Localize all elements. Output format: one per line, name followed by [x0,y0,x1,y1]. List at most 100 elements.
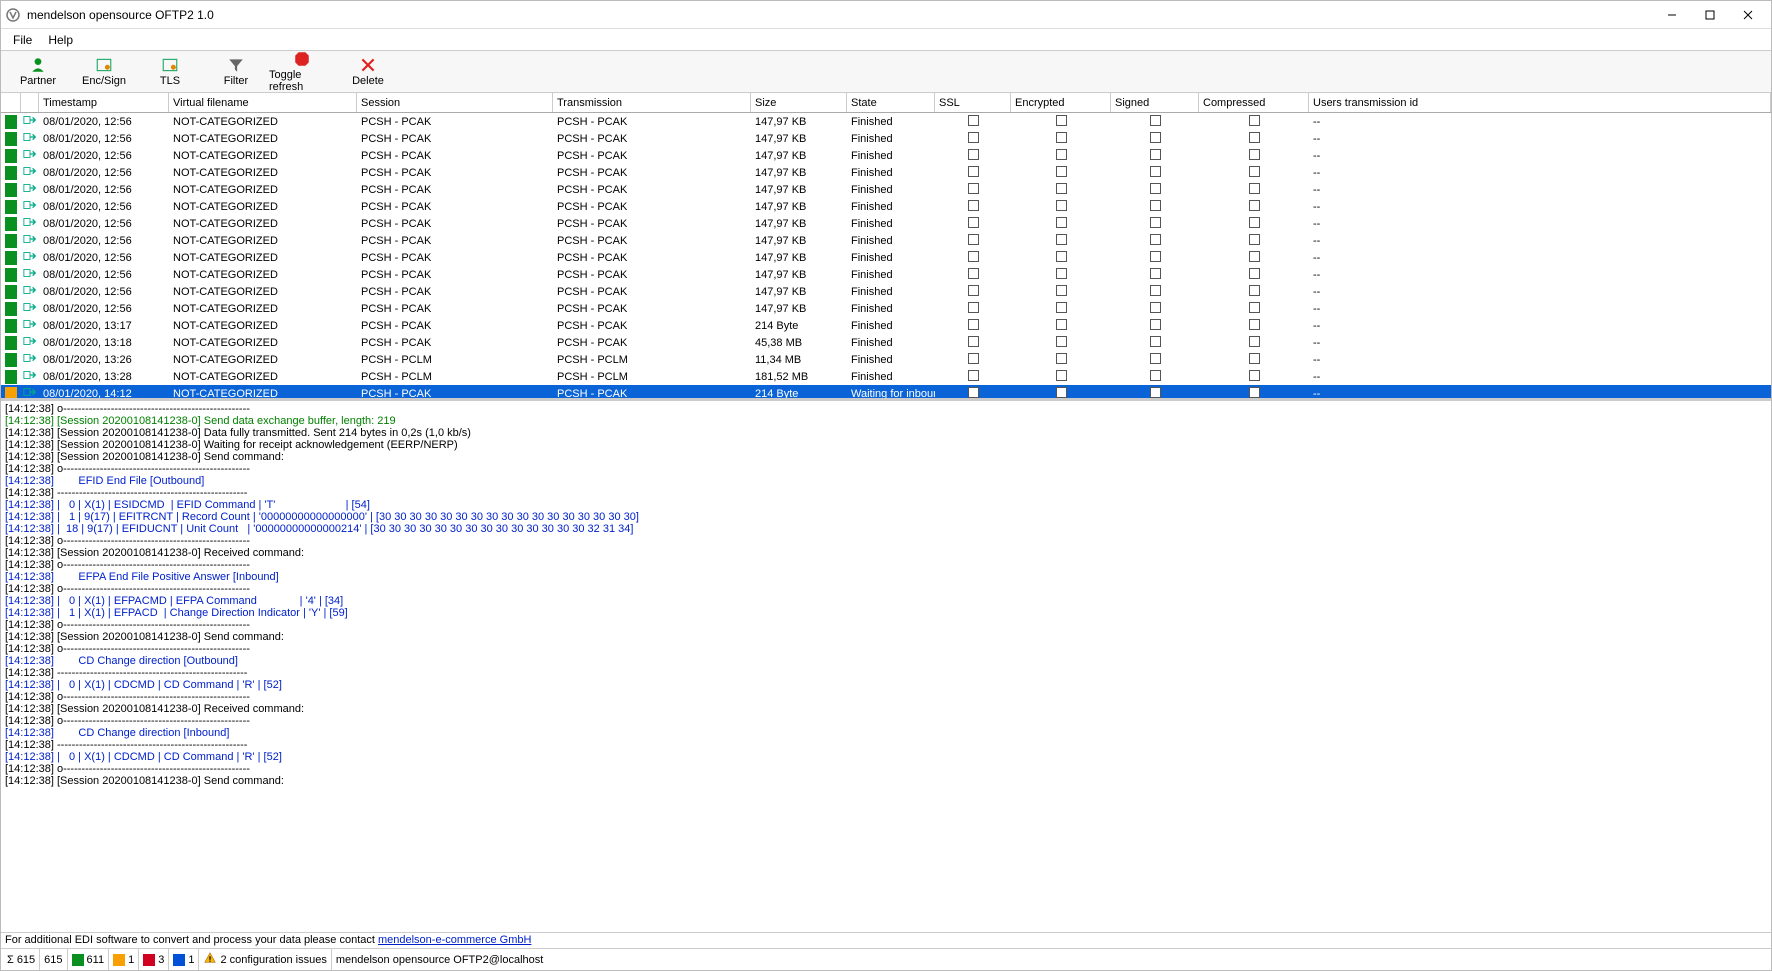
log-line: [14:12:38] [Session 20200108141238-0] Re… [5,547,1767,559]
cell-state: Finished [847,183,935,197]
table-row[interactable]: 08/01/2020, 12:56NOT-CATEGORIZEDPCSH - P… [1,215,1771,232]
encsign-button[interactable]: Enc/Sign [71,53,137,91]
delete-button[interactable]: Delete [335,53,401,91]
cell-filename: NOT-CATEGORIZED [169,132,357,146]
cell-session: PCSH - PCAK [357,200,553,214]
cell-session: PCSH - PCAK [357,336,553,350]
table-row[interactable]: 08/01/2020, 14:12NOT-CATEGORIZEDPCSH - P… [1,385,1771,398]
cell-encrypted [1011,182,1111,198]
cell-encrypted [1011,165,1111,181]
header-transmission[interactable]: Transmission [553,93,751,112]
table-row[interactable]: 08/01/2020, 12:56NOT-CATEGORIZEDPCSH - P… [1,113,1771,130]
cell-signed [1111,284,1199,300]
cell-timestamp: 08/01/2020, 12:56 [39,234,169,248]
status-indicator [1,386,21,399]
table-row[interactable]: 08/01/2020, 12:56NOT-CATEGORIZEDPCSH - P… [1,300,1771,317]
cell-size: 147,97 KB [751,217,847,231]
menu-file[interactable]: File [5,31,40,49]
table-row[interactable]: 08/01/2020, 12:56NOT-CATEGORIZEDPCSH - P… [1,130,1771,147]
menu-help[interactable]: Help [40,31,81,49]
cell-session: PCSH - PCLM [357,370,553,384]
table-row[interactable]: 08/01/2020, 12:56NOT-CATEGORIZEDPCSH - P… [1,198,1771,215]
cell-compressed [1199,165,1309,181]
header-size[interactable]: Size [751,93,847,112]
status-indicator [1,199,21,215]
log-line: [14:12:38] o----------------------------… [5,643,1767,655]
cell-filename: NOT-CATEGORIZED [169,149,357,163]
cell-transmission: PCSH - PCLM [553,353,751,367]
table-row[interactable]: 08/01/2020, 12:56NOT-CATEGORIZEDPCSH - P… [1,266,1771,283]
cell-session: PCSH - PCAK [357,132,553,146]
footer-text: For additional EDI software to convert a… [5,934,378,946]
footer-link[interactable]: mendelson-e-commerce GmbH [378,934,531,946]
status-config-issues[interactable]: 2 configuration issues [199,949,331,970]
cell-ssl [935,165,1011,181]
cell-userid: -- [1309,251,1771,265]
minimize-button[interactable] [1653,2,1691,28]
table-row[interactable]: 08/01/2020, 13:28NOT-CATEGORIZEDPCSH - P… [1,368,1771,385]
log-line: [14:12:38] o----------------------------… [5,559,1767,571]
close-button[interactable] [1729,2,1767,28]
cell-session: PCSH - PCAK [357,234,553,248]
funnel-icon [227,56,245,74]
table-row[interactable]: 08/01/2020, 13:17NOT-CATEGORIZEDPCSH - P… [1,317,1771,334]
log-line: [14:12:38] | 1 | 9(17) | EFITRCNT | Reco… [5,511,1767,523]
tls-button[interactable]: TLS [137,53,203,91]
cell-compressed [1199,318,1309,334]
table-row[interactable]: 08/01/2020, 13:18NOT-CATEGORIZEDPCSH - P… [1,334,1771,351]
togglerefresh-button[interactable]: Toggle refresh [269,53,335,91]
cell-session: PCSH - PCAK [357,319,553,333]
cell-signed [1111,182,1199,198]
status-indicator [1,284,21,300]
header-timestamp[interactable]: Timestamp [39,93,169,112]
table-row[interactable]: 08/01/2020, 12:56NOT-CATEGORIZEDPCSH - P… [1,232,1771,249]
cell-encrypted [1011,199,1111,215]
cell-session: PCSH - PCAK [357,387,553,399]
cell-encrypted [1011,267,1111,283]
cell-state: Finished [847,200,935,214]
cell-state: Finished [847,115,935,129]
header-state[interactable]: State [847,93,935,112]
maximize-button[interactable] [1691,2,1729,28]
header-compressed[interactable]: Compressed [1199,93,1309,112]
table-body[interactable]: 08/01/2020, 12:56NOT-CATEGORIZEDPCSH - P… [1,113,1771,398]
cell-session: PCSH - PCAK [357,166,553,180]
certificate-icon [161,56,179,74]
log-line: [14:12:38] EFID End File [Outbound] [5,475,1767,487]
header-userid[interactable]: Users transmission id [1309,93,1771,112]
header-session[interactable]: Session [357,93,553,112]
cell-size: 147,97 KB [751,251,847,265]
cell-encrypted [1011,386,1111,399]
tls-label: TLS [160,75,180,87]
header-ssl[interactable]: SSL [935,93,1011,112]
togglerefresh-label: Toggle refresh [269,69,335,93]
log-line: [14:12:38] CD Change direction [Inbound] [5,727,1767,739]
header-encrypted[interactable]: Encrypted [1011,93,1111,112]
cell-timestamp: 08/01/2020, 12:56 [39,217,169,231]
table-row[interactable]: 08/01/2020, 12:56NOT-CATEGORIZEDPCSH - P… [1,164,1771,181]
cell-size: 181,52 MB [751,370,847,384]
log-panel[interactable]: [14:12:38] o----------------------------… [1,401,1771,932]
header-signed[interactable]: Signed [1111,93,1199,112]
log-line: [14:12:38] -----------------------------… [5,739,1767,751]
table-row[interactable]: 08/01/2020, 12:56NOT-CATEGORIZEDPCSH - P… [1,249,1771,266]
header-direction[interactable] [21,93,39,112]
partner-button[interactable]: Partner [5,53,71,91]
cell-compressed [1199,182,1309,198]
status-indicator [1,335,21,351]
table-row[interactable]: 08/01/2020, 12:56NOT-CATEGORIZEDPCSH - P… [1,147,1771,164]
header-filename[interactable]: Virtual filename [169,93,357,112]
cell-timestamp: 08/01/2020, 12:56 [39,200,169,214]
log-line: [14:12:38] | 0 | X(1) | ESIDCMD | EFID C… [5,499,1767,511]
cell-ssl [935,182,1011,198]
filter-button[interactable]: Filter [203,53,269,91]
cell-filename: NOT-CATEGORIZED [169,370,357,384]
cell-userid: -- [1309,183,1771,197]
cell-size: 147,97 KB [751,268,847,282]
header-status[interactable] [1,93,21,112]
table-row[interactable]: 08/01/2020, 12:56NOT-CATEGORIZEDPCSH - P… [1,283,1771,300]
table-row[interactable]: 08/01/2020, 12:56NOT-CATEGORIZEDPCSH - P… [1,181,1771,198]
table-row[interactable]: 08/01/2020, 13:26NOT-CATEGORIZEDPCSH - P… [1,351,1771,368]
log-line: [14:12:38] o----------------------------… [5,463,1767,475]
log-line: [14:12:38] | 0 | X(1) | CDCMD | CD Comma… [5,751,1767,763]
